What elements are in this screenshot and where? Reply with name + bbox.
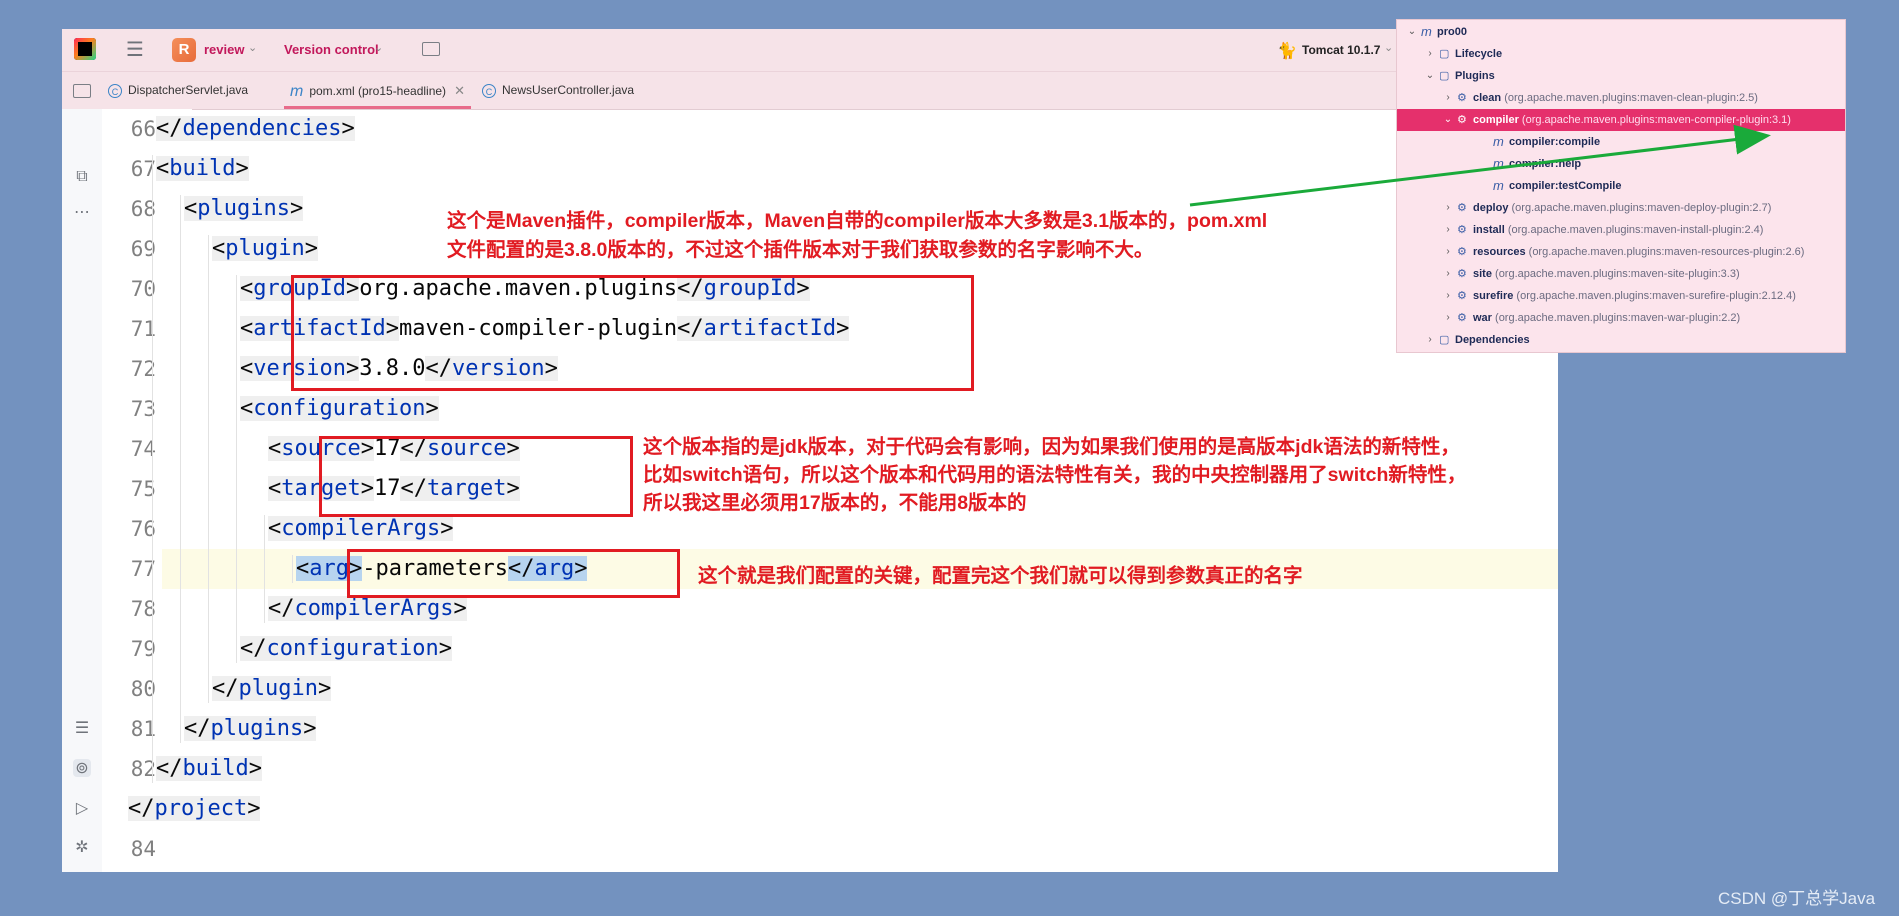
pointer-arrow <box>1189 124 1771 207</box>
watermark: CSDN @丁总学Java <box>1718 889 1876 908</box>
